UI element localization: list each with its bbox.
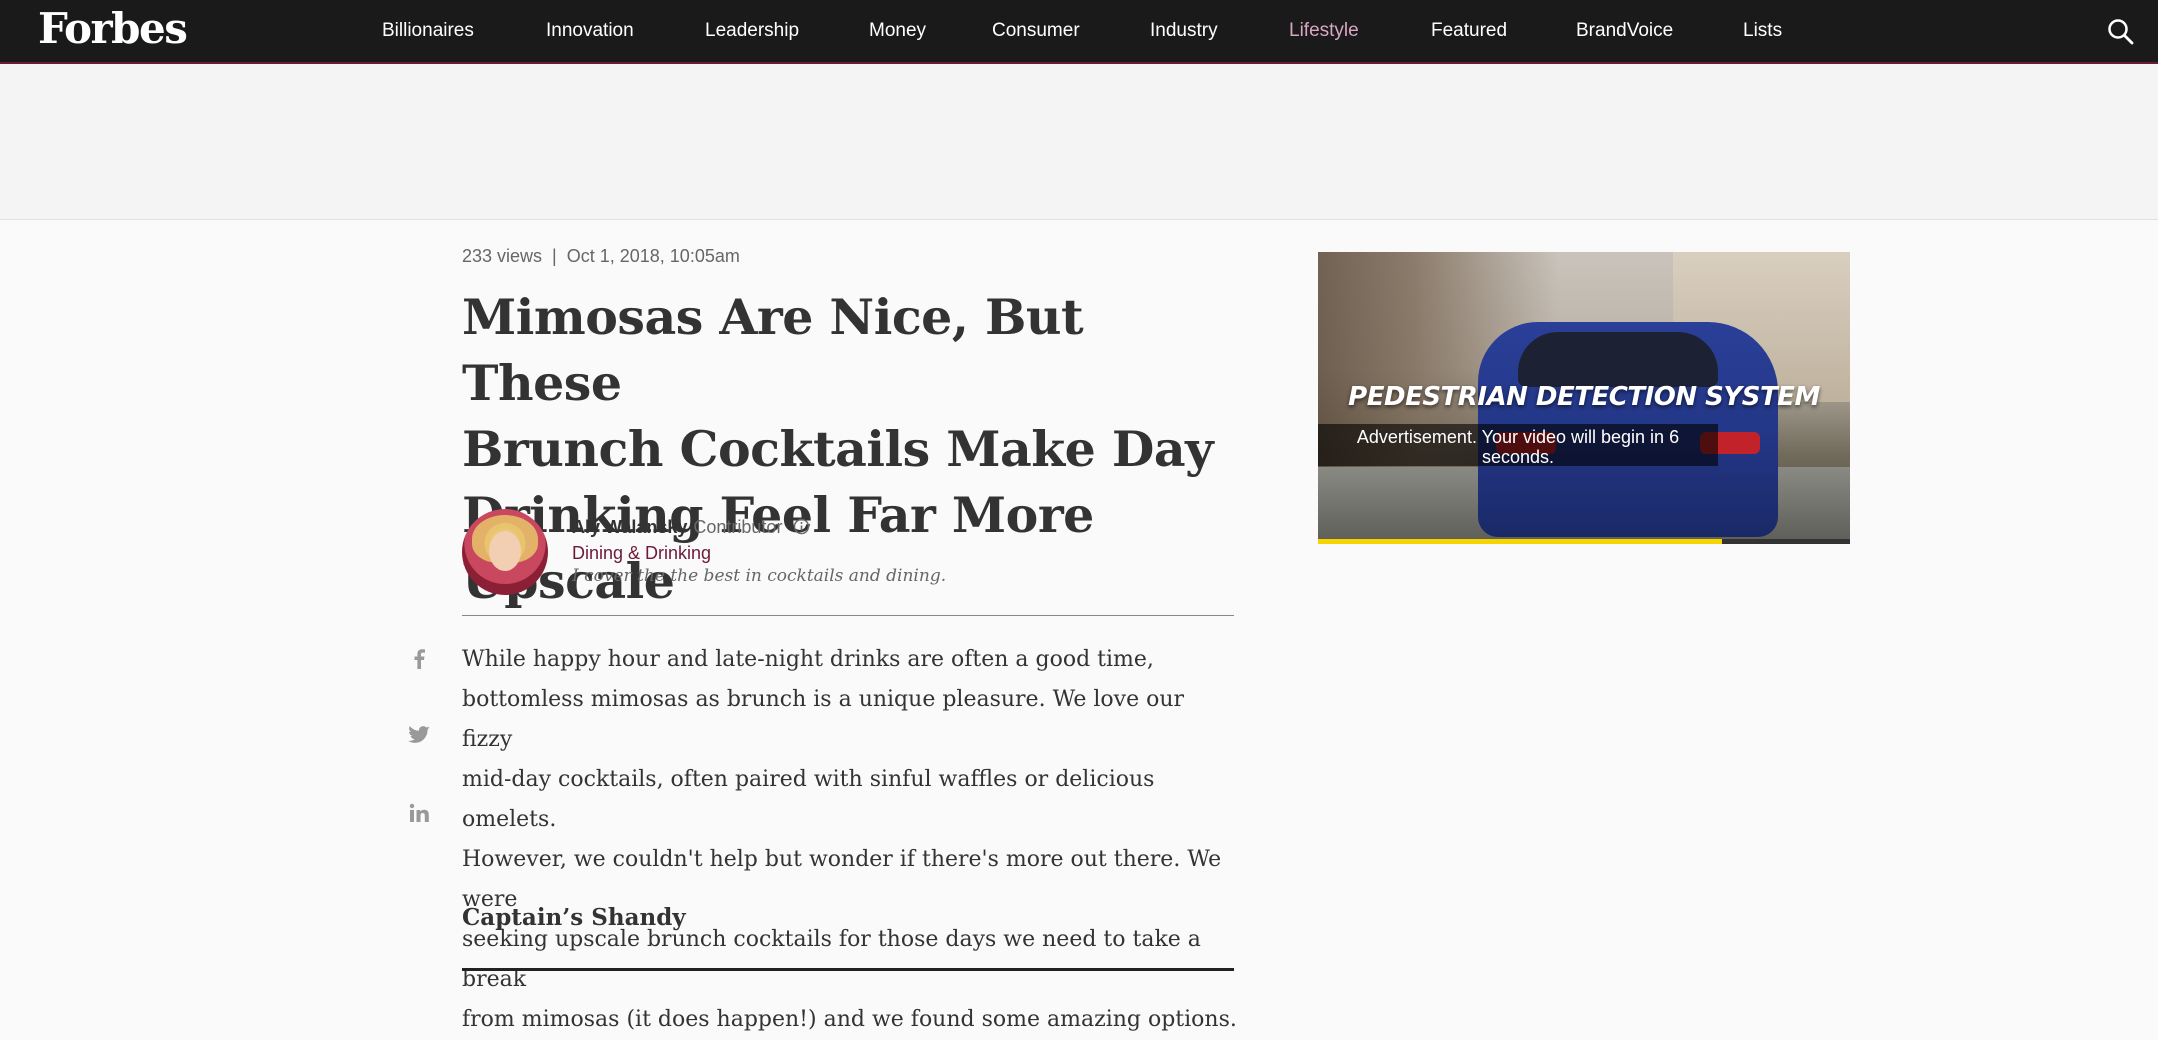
meta-separator: |: [552, 246, 557, 266]
section-heading: Captain’s Shandy: [462, 904, 686, 931]
nav-item-lifestyle[interactable]: Lifestyle: [1289, 0, 1359, 62]
video-progress-bar: [1318, 539, 1850, 544]
avatar[interactable]: [462, 509, 548, 595]
video-progress-fill: [1318, 539, 1723, 544]
top-ad-placeholder: [0, 64, 2158, 220]
article-meta: 233 views | Oct 1, 2018, 10:05am: [462, 246, 740, 267]
avatar-face: [489, 531, 521, 571]
info-icon[interactable]: [793, 518, 810, 540]
video-ad-notice: Advertisement. Your video will begin in …: [1318, 424, 1718, 467]
forbes-logo[interactable]: Forbes: [38, 4, 188, 54]
nav-item-innovation[interactable]: Innovation: [546, 0, 634, 62]
body-line: mid-day cocktails, often paired with sin…: [462, 767, 1155, 832]
nav-item-leadership[interactable]: Leadership: [705, 0, 799, 62]
article-body: While happy hour and late-night drinks a…: [462, 640, 1238, 1040]
section-rule: [462, 968, 1234, 971]
author-channel-link[interactable]: Dining & Drinking: [572, 543, 711, 564]
author-line: Aly Walansky Contributor: [572, 517, 810, 540]
author-divider: [462, 615, 1234, 616]
author-role: Contributor: [693, 517, 783, 537]
facebook-icon[interactable]: [404, 644, 434, 674]
page-title: Mimosas Are Nice, But These Brunch Cockt…: [462, 284, 1252, 614]
headline-line: Mimosas Are Nice, But These: [462, 288, 1084, 412]
author-bio: I cover the the best in cocktails and di…: [572, 566, 947, 586]
car-window: [1518, 332, 1718, 387]
author-name[interactable]: Aly Walansky: [572, 517, 687, 537]
nav-item-brandvoice[interactable]: BrandVoice: [1576, 0, 1673, 62]
nav-item-billionaires[interactable]: Billionaires: [382, 0, 474, 62]
linkedin-icon[interactable]: [404, 798, 434, 828]
publish-date: Oct 1, 2018, 10:05am: [566, 246, 740, 266]
video-ad-title: PEDESTRIAN DETECTION SYSTEM: [1348, 382, 1820, 412]
headline-line: Brunch Cocktails Make Day: [462, 420, 1214, 478]
video-notice-line: seconds.: [1481, 447, 1555, 467]
nav-item-industry[interactable]: Industry: [1150, 0, 1218, 62]
nav-item-money[interactable]: Money: [869, 0, 926, 62]
body-line: While happy hour and late-night drinks a…: [462, 647, 1154, 672]
twitter-icon[interactable]: [404, 720, 434, 750]
video-ad[interactable]: PEDESTRIAN DETECTION SYSTEM Advertisemen…: [1318, 252, 1850, 544]
search-icon[interactable]: [2106, 17, 2136, 47]
body-line: bottomless mimosas as brunch is a unique…: [462, 687, 1185, 752]
top-nav: Forbes Billionaires Innovation Leadershi…: [0, 0, 2158, 64]
nav-item-consumer[interactable]: Consumer: [992, 0, 1080, 62]
nav-item-featured[interactable]: Featured: [1431, 0, 1507, 62]
view-count: 233 views: [462, 246, 543, 266]
nav-item-lists[interactable]: Lists: [1743, 0, 1782, 62]
video-notice-line: Advertisement. Your video will begin in …: [1356, 427, 1680, 447]
body-line: seeking upscale brunch cocktails for tho…: [462, 927, 1201, 992]
body-line: from mimosas (it does happen!) and we fo…: [462, 1007, 1237, 1032]
